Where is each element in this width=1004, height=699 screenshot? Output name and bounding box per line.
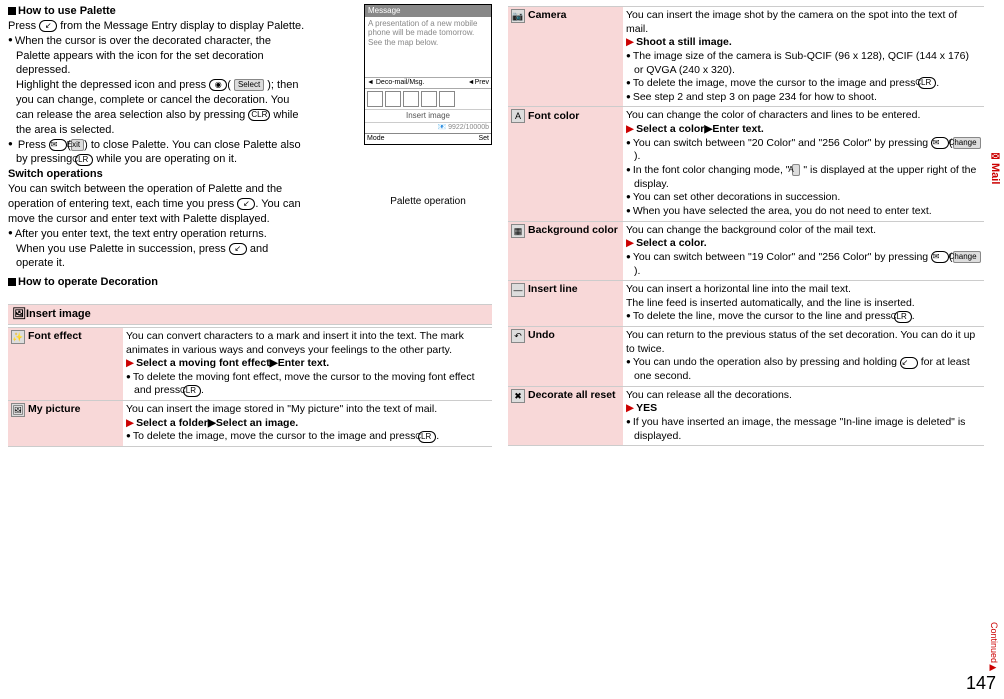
row-insert-line: —Insert line You can insert a horizontal… [508,281,984,327]
curve-key-icon: ↙ [900,357,918,369]
clr-key-icon: CLR [75,154,93,166]
camera-icon: 📷 [511,9,525,23]
phone-screenshot: Message A presentation of a new mobile p… [364,4,492,145]
page-number: 147 [966,671,996,695]
screenshot-caption: Palette operation [364,195,492,209]
p-switch: You can switch between the operation of … [8,182,306,227]
my-picture-icon: 🖼 [11,403,25,417]
bg-color-icon: ▦ [511,224,525,238]
clr-key-icon: CLR [248,109,270,121]
b-cursor-sub: Highlight the depressed icon and press ◉… [8,78,306,137]
b-after-sub: When you use Palette in succession, pres… [8,242,306,272]
dot-key-icon: ◉ [209,79,227,91]
insert-image-header: 🖼Insert image [8,304,492,325]
exit-label-icon: Exit [71,139,84,151]
row-font-effect: ✨Font effect You can convert characters … [8,327,492,400]
b-cursor-over: When the cursor is over the decorated ch… [8,34,306,79]
reset-icon: ✖ [511,389,525,403]
clr-key-icon: CLR [894,311,912,323]
heading-switch: Switch operations [8,167,306,182]
side-tab-mail: ✉Mail [987,150,1002,184]
p-press-palette: Press ↙ from the Message Entry display t… [8,19,306,34]
curve-key-icon: ↙ [39,20,57,32]
decoration-table-right: 📷Camera You can insert the image shot by… [508,6,984,446]
change-label-icon: Change [953,251,981,263]
row-bg-color: ▦Background color You can change the bac… [508,221,984,281]
insert-line-icon: — [511,283,525,297]
row-decorate-all-reset: ✖Decorate all reset You can release all … [508,386,984,446]
insert-image-icon: 🖼 [12,308,26,320]
undo-icon: ↶ [511,329,525,343]
row-my-picture: 🖼My picture You can insert the image sto… [8,401,492,447]
clr-key-icon: CLR [418,431,436,443]
row-font-color: AFont color You can change the color of … [508,107,984,221]
font-color-icon: A [511,109,525,123]
heading-decoration: How to operate Decoration [8,275,306,290]
b-press-exit: Press ✉(Exit) to close Palette. You can … [8,138,306,168]
mail-key-icon: ✉ [931,251,949,263]
heading-palette: How to use Palette [8,4,306,19]
b-after-enter: After you enter text, the text entry ope… [8,227,306,242]
clr-key-icon: CLR [183,385,201,397]
continued-label: Continued▶ [988,622,1000,673]
mail-key-icon: ✉ [49,139,67,151]
select-label-icon: Select [234,79,264,91]
row-camera: 📷Camera You can insert the image shot by… [508,7,984,107]
curve-key-icon: ↙ [229,243,247,255]
change-label-icon: Change [953,137,981,149]
font-effect-icon: ✨ [11,330,25,344]
mail-key-icon: ✉ [931,137,949,149]
decoration-table-left: ✨Font effect You can convert characters … [8,327,492,447]
row-undo: ↶Undo You can return to the previous sta… [508,327,984,387]
clr-key-icon: CLR [918,77,936,89]
curve-key-icon: ↙ [237,198,255,210]
